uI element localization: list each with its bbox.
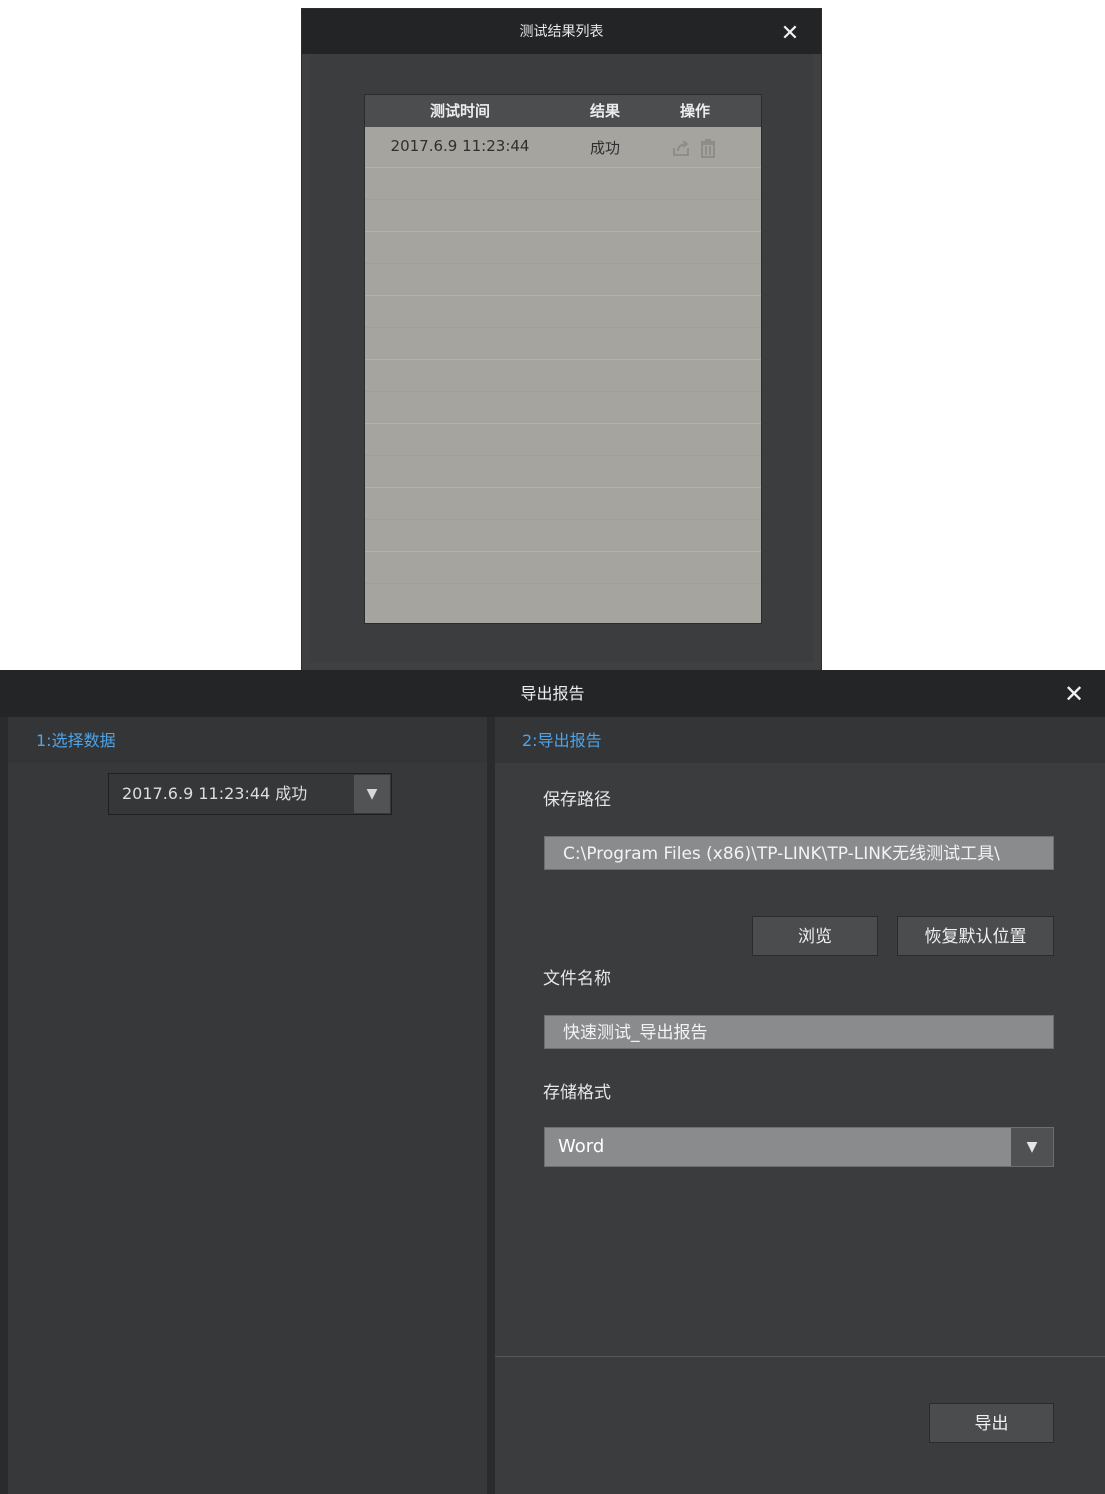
left-edge-strip [0, 717, 8, 1494]
file-name-label: 文件名称 [543, 969, 611, 989]
footer-divider [495, 1356, 1105, 1357]
row-divider [365, 487, 761, 488]
save-path-label: 保存路径 [543, 790, 611, 810]
export-report-panel: 2:导出报告 保存路径 C:\Program Files (x86)\TP-LI… [495, 717, 1105, 1494]
export-dialog-titlebar: 导出报告 ✕ [0, 670, 1105, 717]
results-table: 测试时间 结果 操作 2017.6.9 11:23:44 成功 [364, 94, 762, 624]
row-divider [365, 199, 761, 200]
storage-format-dropdown[interactable]: Word ▼ [544, 1127, 1054, 1167]
row-actions [670, 137, 730, 159]
export-button[interactable]: 导出 [929, 1403, 1054, 1443]
row-divider [365, 167, 761, 168]
row-divider [365, 231, 761, 232]
row-divider [365, 551, 761, 552]
panel-divider[interactable] [487, 717, 495, 1494]
storage-format-value: Word [558, 1136, 605, 1157]
restore-default-location-button[interactable]: 恢复默认位置 [897, 916, 1054, 956]
data-select-dropdown[interactable]: 2017.6.9 11:23:44 成功 ▼ [108, 773, 392, 815]
select-data-panel: 1:选择数据 2017.6.9 11:23:44 成功 ▼ [8, 717, 487, 1494]
chevron-down-icon[interactable]: ▼ [1011, 1128, 1053, 1166]
results-dialog-titlebar: 测试结果列表 ✕ [302, 9, 821, 54]
row-divider [365, 423, 761, 424]
file-name-field[interactable]: 快速测试_导出报告 [544, 1015, 1054, 1049]
row-divider [365, 295, 761, 296]
step-1-label: 1:选择数据 [36, 731, 116, 750]
column-header-result: 结果 [589, 102, 620, 120]
results-list-dialog: 测试结果列表 ✕ 测试时间 结果 操作 2017.6.9 11:23:44 成功 [302, 9, 821, 670]
row-divider [365, 359, 761, 360]
close-icon[interactable]: ✕ [772, 19, 808, 49]
trash-icon[interactable] [697, 137, 719, 159]
row-divider [365, 263, 761, 264]
row-divider [365, 519, 761, 520]
save-path-field[interactable]: C:\Program Files (x86)\TP-LINK\TP-LINK无线… [544, 836, 1054, 870]
export-report-dialog: 导出报告 ✕ 1:选择数据 2017.6.9 11:23:44 成功 ▼ 2:导… [0, 670, 1105, 1494]
export-dialog-title: 导出报告 [520, 684, 585, 703]
row-divider [365, 455, 761, 456]
row-divider [365, 391, 761, 392]
step-2-label: 2:导出报告 [522, 731, 602, 750]
browse-button[interactable]: 浏览 [752, 916, 878, 956]
results-table-header: 测试时间 结果 操作 [365, 95, 761, 127]
results-dialog-body: 测试时间 结果 操作 2017.6.9 11:23:44 成功 [310, 54, 813, 662]
row-divider [365, 583, 761, 584]
results-dialog-title: 测试结果列表 [519, 24, 604, 40]
results-table-rows: 2017.6.9 11:23:44 成功 [365, 127, 761, 623]
row-divider [365, 327, 761, 328]
storage-format-label: 存储格式 [543, 1083, 611, 1103]
data-select-value: 2017.6.9 11:23:44 成功 [122, 784, 308, 803]
column-header-action: 操作 [679, 102, 710, 120]
column-header-time: 测试时间 [429, 102, 490, 120]
select-data-header: 1:选择数据 [8, 717, 487, 763]
row-result: 成功 [589, 139, 620, 157]
table-row[interactable]: 2017.6.9 11:23:44 成功 [365, 127, 761, 167]
chevron-down-icon[interactable]: ▼ [354, 775, 390, 813]
close-icon[interactable]: ✕ [1056, 679, 1092, 709]
export-icon[interactable] [670, 137, 692, 159]
row-time: 2017.6.9 11:23:44 [390, 137, 530, 155]
export-report-header: 2:导出报告 [495, 717, 1105, 763]
